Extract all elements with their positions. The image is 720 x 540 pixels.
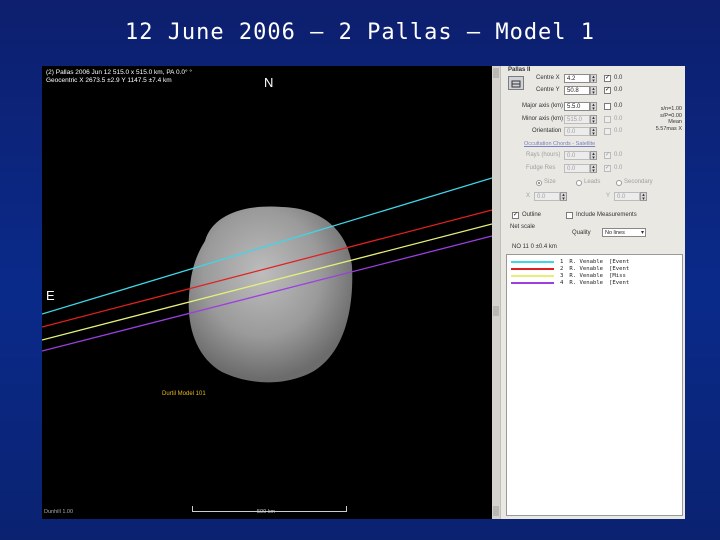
outline-checkbox[interactable]: ✓ xyxy=(512,212,519,219)
list-item-status: [Event xyxy=(609,259,630,265)
sub2-checkbox[interactable]: ✓ xyxy=(604,165,611,172)
sub2-input[interactable]: 0.0 xyxy=(564,164,590,173)
list-item-num: 1 xyxy=(560,259,564,265)
radio-size[interactable] xyxy=(536,180,542,186)
toolbar-icon-button[interactable] xyxy=(508,76,524,90)
list-item-status: [Event xyxy=(609,266,630,272)
list-item-name: R. Venable xyxy=(569,273,604,279)
asteroid-body xyxy=(188,206,353,383)
major-axis-spinner[interactable]: ▴ ▾ xyxy=(590,102,597,112)
list-item-num: 2 xyxy=(560,266,564,272)
sub1-input[interactable]: 0.0 xyxy=(564,151,590,160)
center-x-spinner[interactable]: ▴ ▾ xyxy=(590,74,597,84)
center-x-input[interactable]: 4.2 xyxy=(564,74,590,83)
radio-size-label: Size xyxy=(544,179,556,185)
sub2-label: Fudge Res xyxy=(526,165,556,171)
radio-leads-label: Leads xyxy=(584,179,601,185)
outline-label: Outline xyxy=(522,212,542,218)
orientation-checkbox[interactable] xyxy=(604,128,611,135)
center-y-label: Centre Y xyxy=(536,87,560,93)
scale-bar-label: 500 km xyxy=(257,509,276,515)
center-x-checkbox[interactable]: ✓ xyxy=(604,75,611,82)
x-input[interactable]: 0.0 xyxy=(534,192,560,201)
list-item[interactable]: 4 R. Venable [Event xyxy=(511,280,679,287)
chord-swatch-2 xyxy=(511,267,554,270)
major-axis-label: Major axis (km) xyxy=(522,103,564,109)
occultation-viewport: (2) Pallas 2006 Jun 12 515.0 x 515.0 km,… xyxy=(42,66,492,519)
scrollbar-thumb-bottom[interactable] xyxy=(493,506,499,516)
control-panel: Pallas II Centre X 4.2 ▴ ▾ ✓ 0.0 Centre Y… xyxy=(492,66,685,519)
include-measurements-checkbox[interactable] xyxy=(566,212,573,219)
center-y-input[interactable]: 50.8 xyxy=(564,86,590,95)
minor-axis-input[interactable]: 515.0 xyxy=(564,115,590,124)
sub1-checkbox[interactable]: ✓ xyxy=(604,152,611,159)
include-measurements-label: Include Measurements xyxy=(576,212,637,218)
center-x-cb-value: 0.0 xyxy=(614,75,623,81)
viewport-credit: Dunhill 1.00 xyxy=(44,509,74,515)
x-spinner[interactable]: ▴ ▾ xyxy=(560,192,567,202)
y-input[interactable]: 0.0 xyxy=(614,192,640,201)
y-spinner[interactable]: ▴ ▾ xyxy=(640,192,647,202)
list-item[interactable]: 1 R. Venable [Event xyxy=(511,259,679,266)
list-item-status: [Event xyxy=(609,280,630,286)
observer-list[interactable]: 1 R. Venable [Event 2 R. Venable [Event 3 R. … xyxy=(506,254,683,516)
minor-axis-checkbox[interactable] xyxy=(604,116,611,123)
scrollbar-thumb-top[interactable] xyxy=(493,68,499,78)
chord-swatch-1 xyxy=(511,260,554,263)
major-axis-cb-value: 0.0 xyxy=(614,103,623,109)
x-label: X xyxy=(526,193,531,199)
quality-dropdown[interactable]: No lines xyxy=(602,228,646,237)
list-header: NO 11 0 ±0.4 km xyxy=(512,244,557,250)
list-item-status: [Miss xyxy=(609,273,626,279)
sub2-spinner[interactable]: ▴ ▾ xyxy=(590,164,597,174)
minor-axis-label: Minor axis (km) xyxy=(522,116,564,122)
list-item[interactable]: 3 R. Venable [Miss xyxy=(511,273,679,280)
model-label: Durtil Model 101 xyxy=(162,391,206,397)
list-item-name: R. Venable xyxy=(569,259,604,265)
orientation-spinner[interactable]: ▴ ▾ xyxy=(590,127,597,137)
orientation-input[interactable]: 0.0 xyxy=(564,127,590,136)
orientation-label: Orientation xyxy=(532,128,562,134)
major-axis-input[interactable]: 5.5.0 xyxy=(564,102,590,111)
quality-label: Quality xyxy=(572,230,591,236)
list-item-num: 4 xyxy=(560,280,564,286)
sub2-cb-value: 0.0 xyxy=(614,165,623,171)
section-link[interactable]: Occultation Chords - Satellite xyxy=(524,141,608,147)
orientation-cb-value: 0.0 xyxy=(614,128,623,134)
panel-scrollbar[interactable] xyxy=(492,66,501,519)
list-item-name: R. Venable xyxy=(569,266,604,272)
minor-axis-spinner[interactable]: ▴ ▾ xyxy=(590,115,597,125)
chord-swatch-3 xyxy=(511,274,554,277)
y-label: Y xyxy=(606,193,611,199)
center-x-label: Centre X xyxy=(536,75,560,81)
grid-icon xyxy=(511,80,521,88)
minor-axis-cb-value: 0.0 xyxy=(614,116,623,122)
sub1-label: Rays (hours) xyxy=(526,152,561,158)
list-item-name: R. Venable xyxy=(569,280,604,286)
center-y-checkbox[interactable]: ✓ xyxy=(604,87,611,94)
net-scale-label: Net scale xyxy=(510,224,536,230)
list-item[interactable]: 2 R. Venable [Event xyxy=(511,266,679,273)
center-y-spinner[interactable]: ▴ ▾ xyxy=(590,86,597,96)
major-axis-checkbox[interactable] xyxy=(604,103,611,110)
radio-secondary[interactable] xyxy=(616,180,622,186)
chord-swatch-4 xyxy=(511,281,554,284)
center-y-cb-value: 0.0 xyxy=(614,87,623,93)
fit-stat-4: 5.57mas X xyxy=(655,125,682,132)
slide-title: 12 June 2006 – 2 Pallas – Model 1 xyxy=(124,20,596,45)
asteroid-scene xyxy=(42,177,492,383)
radio-leads[interactable] xyxy=(576,180,582,186)
panel-title: Pallas II xyxy=(508,67,531,73)
radio-secondary-label: Secondary xyxy=(624,179,653,185)
sub1-cb-value: 0.0 xyxy=(614,152,623,158)
scrollbar-thumb-middle[interactable] xyxy=(493,306,499,316)
sub1-spinner[interactable]: ▴ ▾ xyxy=(590,151,597,161)
fit-statistics: s/n=1.00 s/P=0.00 Mean 5.57mas X xyxy=(638,106,682,132)
list-item-num: 3 xyxy=(560,273,564,279)
